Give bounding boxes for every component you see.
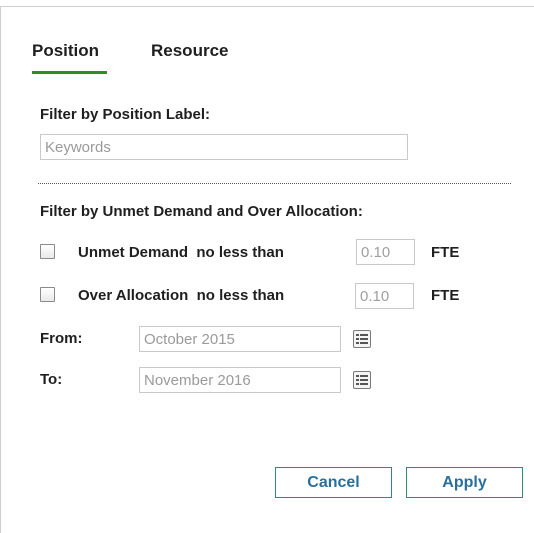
top-edge xyxy=(0,0,534,7)
apply-button[interactable]: Apply xyxy=(406,467,523,498)
over-fte-unit: FTE xyxy=(431,287,460,304)
from-label: From: xyxy=(40,330,83,347)
unmet-demand-label: Unmet Demand no less than xyxy=(78,244,284,261)
panel-left-border xyxy=(0,6,1,533)
over-allocation-fte-input[interactable] xyxy=(355,283,414,309)
over-allocation-label: Over Allocation no less than xyxy=(78,287,285,304)
demand-filter-label: Filter by Unmet Demand and Over Allocati… xyxy=(40,203,363,220)
keyword-input[interactable] xyxy=(40,134,408,160)
from-date-input[interactable] xyxy=(139,326,341,352)
position-filter-label: Filter by Position Label: xyxy=(40,106,211,123)
over-allocation-checkbox[interactable] xyxy=(40,287,55,302)
cancel-button[interactable]: Cancel xyxy=(275,467,392,498)
tab-resource[interactable]: Resource xyxy=(151,41,228,61)
unmet-fte-unit: FTE xyxy=(431,244,460,261)
section-divider xyxy=(38,183,511,184)
to-date-input[interactable] xyxy=(139,367,341,393)
active-tab-indicator xyxy=(32,71,107,74)
tab-position[interactable]: Position xyxy=(32,41,99,61)
calendar-icon[interactable] xyxy=(352,370,372,390)
unmet-demand-fte-input[interactable] xyxy=(356,239,415,265)
to-label: To: xyxy=(40,371,63,388)
unmet-demand-checkbox[interactable] xyxy=(40,244,55,259)
calendar-icon[interactable] xyxy=(352,329,372,349)
